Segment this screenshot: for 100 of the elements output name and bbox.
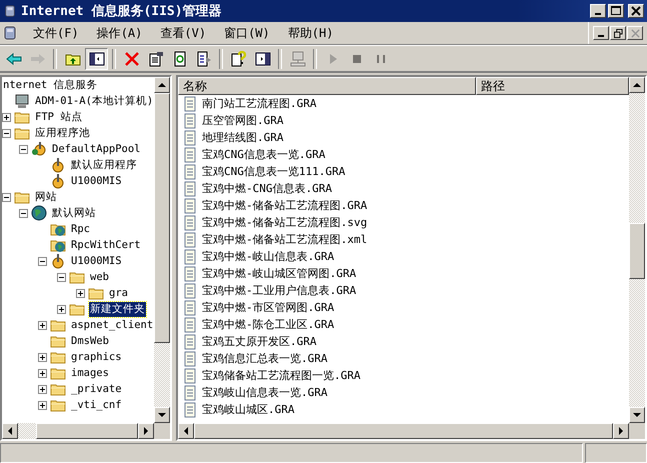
- collapse-icon[interactable]: [38, 256, 47, 266]
- scroll-thumb[interactable]: [629, 223, 645, 279]
- menu-item[interactable]: 文件(F): [24, 24, 88, 42]
- document-icon: [182, 282, 198, 298]
- file-name[interactable]: 宝鸡CNG信息表一览111.GRA: [202, 164, 346, 179]
- file-name[interactable]: 宝鸡岐山信息表一览.GRA: [202, 385, 328, 400]
- file-name[interactable]: 宝鸡中燃-储备站工艺流程图.xml: [202, 232, 368, 247]
- scrollbar[interactable]: [2, 423, 170, 439]
- scroll-left-button[interactable]: [178, 423, 194, 439]
- scroll-down-button[interactable]: [629, 407, 645, 423]
- file-name[interactable]: 宝鸡中燃-市区管网图.GRA: [202, 300, 334, 315]
- document-icon: [182, 180, 198, 196]
- scroll-left-button[interactable]: [2, 423, 18, 439]
- tree-button[interactable]: [85, 48, 108, 70]
- maximize-button[interactable]: [608, 4, 624, 18]
- tree-item[interactable]: _vti_cnf: [70, 398, 123, 412]
- collapse-icon[interactable]: [57, 272, 66, 282]
- up-arrow-icon: [158, 81, 166, 89]
- file-name[interactable]: 宝鸡中燃-储备站工艺流程图.GRA: [202, 198, 368, 213]
- document-icon: [182, 316, 198, 332]
- scrollbar[interactable]: [629, 77, 645, 423]
- tree-item[interactable]: web: [89, 270, 110, 284]
- expand-icon[interactable]: [38, 352, 47, 362]
- document-icon[interactable]: [2, 25, 18, 41]
- collapse-icon[interactable]: [19, 144, 28, 154]
- document-icon: [182, 130, 198, 146]
- left-arrow-icon: [6, 427, 14, 435]
- down-arrow-icon: [633, 411, 641, 419]
- scroll-up-button[interactable]: [629, 77, 645, 93]
- column-header[interactable]: 名称: [178, 77, 476, 95]
- scroll-up-button[interactable]: [154, 77, 170, 93]
- right-arrow-icon: [142, 427, 150, 435]
- expand-icon[interactable]: [38, 320, 47, 330]
- tree-item[interactable]: FTP 站点: [34, 110, 84, 124]
- tree-item[interactable]: DmsWeb: [70, 334, 110, 348]
- collapse-icon[interactable]: [2, 192, 11, 202]
- file-name[interactable]: 宝鸡中燃-CNG信息表.GRA: [202, 181, 332, 196]
- tree-item[interactable]: nternet 信息服务: [2, 78, 99, 92]
- file-name[interactable]: 宝鸡中燃-工业用户信息表.GRA: [202, 283, 356, 298]
- expand-icon[interactable]: [38, 384, 47, 394]
- restore-icon: [614, 28, 622, 38]
- expand-icon[interactable]: [2, 112, 11, 122]
- file-name[interactable]: 南门站工艺流程图.GRA: [202, 96, 316, 111]
- collapse-icon[interactable]: [19, 208, 28, 218]
- tree-item[interactable]: 网站: [34, 190, 58, 204]
- expand-icon[interactable]: [38, 400, 47, 410]
- file-name[interactable]: 宝鸡信息汇总表一览.GRA: [202, 351, 328, 366]
- file-name[interactable]: 宝鸡中燃-陈仓工业区.GRA: [202, 317, 334, 332]
- tree-item[interactable]: 应用程序池: [34, 126, 91, 140]
- tree-item[interactable]: Rpc: [70, 222, 91, 236]
- restore-button[interactable]: [610, 26, 626, 40]
- tree-item[interactable]: aspnet_client: [70, 318, 154, 332]
- menu-item[interactable]: 查看(V): [151, 24, 216, 42]
- close-button[interactable]: [628, 4, 644, 18]
- export-icon: [196, 50, 212, 66]
- collapse-icon[interactable]: [2, 128, 11, 138]
- tree-item[interactable]: ADM-01-A(本地计算机): [34, 94, 154, 108]
- file-name[interactable]: 宝鸡中燃-岐山城区管网图.GRA: [202, 266, 356, 281]
- file-name[interactable]: 地理结线图.GRA: [202, 130, 284, 145]
- tree-item[interactable]: RpcWithCert: [70, 238, 142, 252]
- file-name[interactable]: 宝鸡中燃-储备站工艺流程图.svg: [202, 215, 368, 230]
- tree-item[interactable]: 默认网站: [51, 206, 97, 220]
- expand-icon[interactable]: [76, 288, 85, 298]
- tree-item[interactable]: U1000MIS: [70, 174, 123, 188]
- menu-item[interactable]: 操作(A): [88, 24, 152, 42]
- scroll-thumb[interactable]: [154, 93, 170, 343]
- tree-item[interactable]: U1000MIS: [70, 254, 123, 268]
- tree-item[interactable]: DefaultAppPool: [51, 142, 142, 156]
- delete-icon: [124, 50, 140, 66]
- file-name[interactable]: 宝鸡五丈原开发区.GRA: [202, 334, 316, 349]
- scroll-right-button[interactable]: [613, 423, 629, 439]
- minimize-button[interactable]: [590, 4, 606, 18]
- document-icon: [182, 198, 198, 214]
- expand-icon[interactable]: [57, 304, 66, 314]
- scroll-down-button[interactable]: [154, 407, 170, 423]
- back-icon: [6, 50, 22, 66]
- file-name[interactable]: 宝鸡岐山城区.GRA: [202, 402, 294, 417]
- tree-item[interactable]: graphics: [70, 350, 123, 364]
- tree-item[interactable]: 默认应用程序: [70, 158, 138, 172]
- document-icon: [182, 300, 198, 316]
- menu-item[interactable]: 帮助(H): [278, 24, 342, 42]
- menu-item[interactable]: 窗口(W): [215, 24, 279, 42]
- document-icon: [182, 402, 198, 418]
- tree-item[interactable]: 新建文件夹: [89, 302, 146, 316]
- file-name[interactable]: 宝鸡中燃-岐山信息表.GRA: [202, 249, 334, 264]
- tree-item[interactable]: gra: [108, 286, 129, 300]
- scrollbar[interactable]: [154, 77, 170, 423]
- scroll-thumb[interactable]: [36, 423, 138, 439]
- close-icon: [630, 28, 640, 38]
- maximize-icon: [611, 6, 621, 16]
- file-name[interactable]: 宝鸡CNG信息表一览.GRA: [202, 147, 326, 162]
- tree-item[interactable]: _private: [70, 382, 123, 396]
- computer-icon: [290, 50, 306, 66]
- file-name[interactable]: 压空管网图.GRA: [202, 113, 284, 128]
- minimize-button[interactable]: [593, 26, 609, 40]
- file-name[interactable]: 宝鸡储备站工艺流程图一览.GRA: [202, 368, 360, 383]
- column-header[interactable]: 路径: [476, 77, 629, 95]
- tree-item[interactable]: images: [70, 366, 110, 380]
- expand-icon[interactable]: [38, 368, 47, 378]
- scroll-right-button[interactable]: [138, 423, 154, 439]
